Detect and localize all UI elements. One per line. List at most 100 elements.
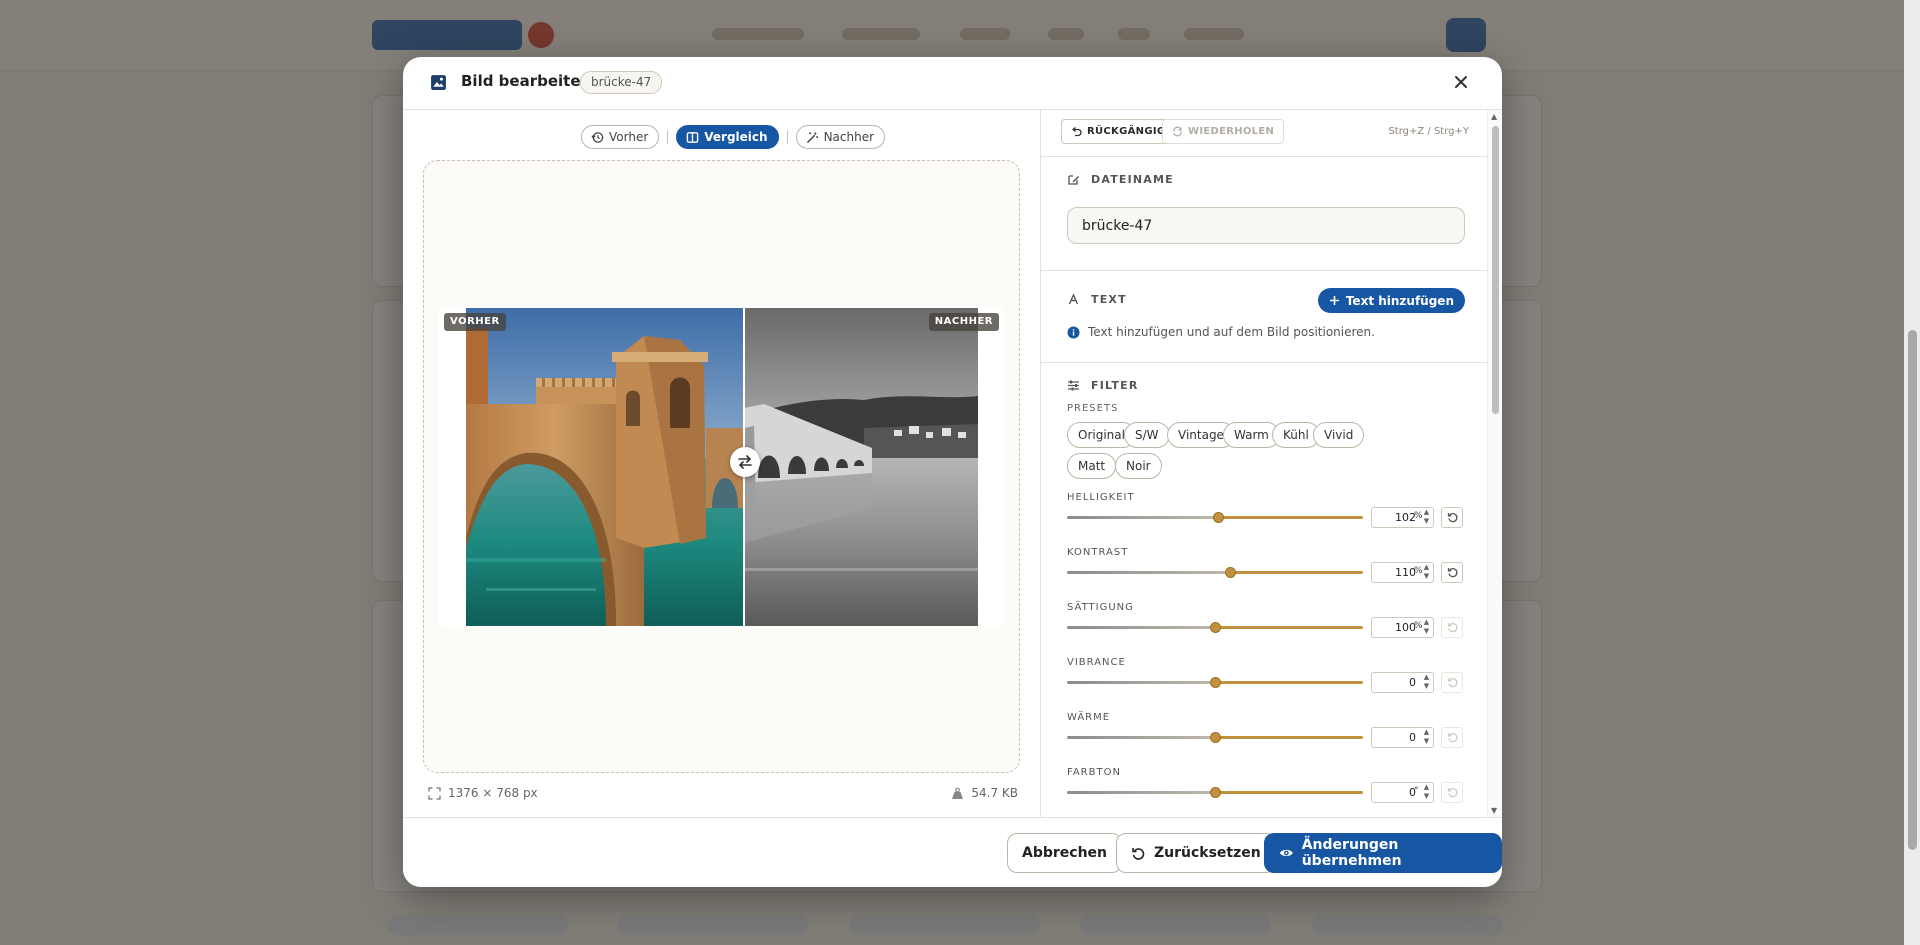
scroll-down-arrow[interactable]: ▼: [1491, 806, 1497, 815]
preview-pane: Vorher Vergleich Nachher VORHER NACHHER …: [403, 110, 1041, 817]
view-compare-label: Vergleich: [704, 130, 768, 144]
close-icon[interactable]: [1450, 71, 1472, 93]
redo-icon: [1173, 126, 1182, 137]
filename-tag: brücke-47: [580, 71, 663, 94]
slider-reset-button[interactable]: [1441, 617, 1463, 638]
filter-title-label: FILTER: [1091, 379, 1139, 392]
dialog-body: Vorher Vergleich Nachher VORHER NACHHER …: [403, 110, 1502, 817]
slider-spinner[interactable]: ▲ ▼: [1421, 563, 1432, 582]
filename-section: DATEINAME: [1041, 157, 1487, 271]
before-badge: VORHER: [444, 313, 506, 331]
edit-icon: [1068, 175, 1079, 185]
text-title-label: TEXT: [1091, 293, 1127, 306]
image-canvas: VORHER NACHHER: [423, 160, 1020, 773]
swap-arrows-icon: [738, 455, 752, 469]
add-text-label: Text hinzufügen: [1345, 293, 1454, 308]
view-after-label: Nachher: [823, 130, 875, 144]
slider-thumb[interactable]: [1212, 512, 1224, 523]
reset-label: Zurücksetzen: [1154, 845, 1261, 861]
undo-label: RÜCKGÄNGIG: [1087, 126, 1166, 137]
filter-section-title: FILTER: [1067, 379, 1138, 392]
slider-label: VIBRANCE: [1067, 657, 1126, 668]
toggle-divider: [786, 130, 788, 144]
settings-pane: RÜCKGÄNGIG WIEDERHOLEN Strg+Z / Strg+Y D…: [1041, 110, 1502, 817]
redo-button[interactable]: WIEDERHOLEN: [1162, 119, 1285, 144]
slider-label: HELLIGKEIT: [1067, 492, 1135, 503]
image-filesize: 54.7 KB: [951, 786, 1018, 800]
slider-spinner[interactable]: ▲ ▼: [1421, 508, 1432, 527]
history-icon: [591, 131, 604, 143]
reset-button[interactable]: Zurücksetzen: [1116, 833, 1276, 873]
dialog-header: Bild bearbeiten brücke-47: [403, 57, 1502, 110]
after-badge: NACHHER: [928, 313, 999, 331]
toggle-divider: [667, 130, 669, 144]
slider-spinner[interactable]: ▲ ▼: [1421, 728, 1432, 747]
view-mode-toggle: Vorher Vergleich Nachher: [581, 124, 886, 150]
columns-icon: [686, 131, 699, 143]
slider-reset-button[interactable]: [1441, 507, 1463, 528]
eye-icon: [1279, 849, 1293, 857]
scroll-up-arrow[interactable]: ▲: [1491, 112, 1497, 121]
slider-thumb[interactable]: [1210, 622, 1221, 633]
slider-thumb[interactable]: [1210, 677, 1221, 688]
reset-icon: [1132, 847, 1145, 860]
slider-spinner[interactable]: ▲ ▼: [1421, 673, 1432, 692]
slider-reset-button[interactable]: [1441, 672, 1463, 693]
view-after-button[interactable]: Nachher: [795, 125, 886, 149]
filename-title-label: DATEINAME: [1091, 173, 1174, 186]
cancel-button[interactable]: Abbrechen: [1007, 833, 1123, 873]
view-before-button[interactable]: Vorher: [581, 125, 660, 149]
slider-label: KONTRAST: [1067, 547, 1129, 558]
slider-unit: °: [1414, 786, 1419, 796]
preset-noir[interactable]: Noir: [1115, 453, 1162, 479]
view-before-label: Vorher: [609, 130, 649, 144]
edit-image-dialog: Bild bearbeiten brücke-47 Vorher Verglei…: [403, 57, 1502, 887]
slider-reset-button[interactable]: [1441, 782, 1463, 803]
undo-button[interactable]: RÜCKGÄNGIG: [1061, 119, 1176, 144]
preset-matt[interactable]: Matt: [1067, 453, 1117, 479]
page-scrollbar-thumb[interactable]: [1908, 330, 1917, 850]
shortcut-hint: Strg+Z / Strg+Y: [1388, 126, 1469, 137]
text-section-title: TEXT: [1067, 293, 1127, 306]
image-dimensions-label: 1376 × 768 px: [448, 786, 538, 800]
settings-scrollbar-thumb[interactable]: [1492, 126, 1499, 414]
image-icon: [431, 75, 446, 90]
slider-thumb[interactable]: [1210, 787, 1221, 798]
preset-vivid[interactable]: Vivid: [1313, 422, 1365, 448]
settings-scrollbar[interactable]: ▲ ▼: [1487, 110, 1502, 817]
image-dimensions: 1376 × 768 px: [428, 786, 538, 800]
dialog-title: Bild bearbeiten: [461, 72, 592, 90]
presets-label: PRESETS: [1067, 403, 1119, 414]
dialog-footer: Abbrechen Zurücksetzen Änderungen überne…: [403, 817, 1502, 887]
slider-spinner[interactable]: ▲ ▼: [1421, 783, 1432, 802]
slider-reset-button[interactable]: [1441, 562, 1463, 583]
weight-icon: [952, 787, 964, 799]
view-compare-button[interactable]: Vergleich: [676, 125, 779, 149]
preset-sw[interactable]: S/W: [1124, 422, 1170, 448]
text-hint: Text hinzufügen und auf dem Bild positio…: [1067, 325, 1375, 339]
apply-changes-label: Änderungen übernehmen: [1301, 837, 1402, 869]
text-icon: [1068, 293, 1079, 305]
slider-label: FARBTON: [1067, 767, 1121, 778]
slider-track[interactable]: [1067, 571, 1363, 574]
apply-changes-button[interactable]: Änderungen übernehmen: [1264, 833, 1502, 873]
add-text-button[interactable]: Text hinzufügen: [1317, 288, 1465, 313]
slider-reset-button[interactable]: [1441, 727, 1463, 748]
history-toolbar: RÜCKGÄNGIG WIEDERHOLEN Strg+Z / Strg+Y: [1041, 110, 1487, 157]
slider-spinner[interactable]: ▲ ▼: [1421, 618, 1432, 637]
magic-wand-icon: [806, 131, 818, 143]
slider-thumb[interactable]: [1224, 567, 1236, 578]
page-scrollbar[interactable]: [1904, 0, 1920, 945]
undo-icon: [1071, 126, 1082, 137]
filename-input[interactable]: [1067, 207, 1465, 244]
plus-icon: [1329, 296, 1339, 305]
cancel-label: Abbrechen: [1022, 845, 1108, 861]
filename-section-title: DATEINAME: [1067, 173, 1174, 186]
before-image: [466, 308, 744, 626]
text-hint-label: Text hinzufügen und auf dem Bild positio…: [1088, 325, 1375, 339]
compare-slider-handle[interactable]: [730, 447, 760, 477]
slider-label: SÄTTIGUNG: [1067, 602, 1134, 613]
compare-frame: VORHER NACHHER: [438, 307, 1005, 627]
image-filesize-label: 54.7 KB: [971, 786, 1018, 800]
slider-thumb[interactable]: [1210, 732, 1221, 743]
